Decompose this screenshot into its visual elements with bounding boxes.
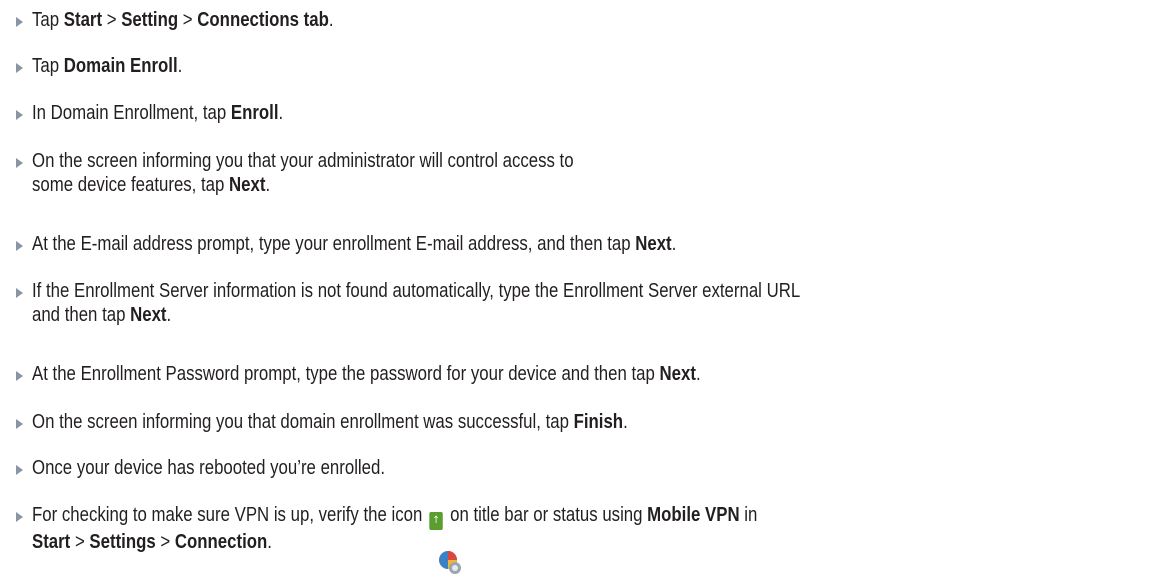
step-text-segment: > [178, 9, 198, 31]
step-text-segment: If the Enrollment Server information is … [32, 280, 801, 302]
bullet-arrow-icon [16, 63, 23, 73]
step-text: Tap Start > Setting > Connections tab. [32, 8, 334, 32]
step-text-segment: > [155, 531, 175, 553]
step-text-segment: Tap [32, 55, 64, 77]
emphasized-term: Next [229, 174, 266, 196]
emphasized-term: Connections tab [197, 9, 329, 31]
bullet-arrow-icon [16, 158, 23, 168]
vpn-status-icon: ↑ [429, 512, 443, 530]
step-text-segment: Tap [32, 9, 64, 31]
bullet-arrow-icon [16, 110, 23, 120]
bullet-arrow-icon [16, 419, 23, 429]
step-text: At the Enrollment Password prompt, type … [32, 362, 701, 386]
step-text: At the E-mail address prompt, type your … [32, 232, 676, 256]
step-text-segment: At the E-mail address prompt, type your … [32, 233, 636, 255]
bullet-arrow-icon [16, 512, 23, 522]
step-text-segment: . [166, 304, 172, 326]
bullet-arrow-icon [16, 371, 23, 381]
step-text-segment: > [70, 531, 90, 553]
step-text: On the screen informing you that domain … [32, 410, 628, 434]
emphasized-term: Mobile VPN [647, 504, 740, 526]
step-text: Once your device has rebooted you’re enr… [32, 456, 385, 480]
step-text-segment: . [695, 363, 701, 385]
bullet-arrow-icon [16, 241, 23, 251]
step-text: Tap Domain Enroll. [32, 54, 182, 78]
step-text-segment: on title bar or status using [445, 504, 648, 526]
step-text-segment: > [102, 9, 122, 31]
step-text-segment: For checking to make sure VPN is up, ver… [32, 504, 427, 526]
step-text-segment: some device features, tap [32, 174, 230, 196]
emphasized-term: Setting [121, 9, 179, 31]
step-text: In Domain Enrollment, tap Enroll. [32, 101, 283, 125]
step-text-segment: . [328, 9, 334, 31]
emphasized-term: Settings [89, 531, 156, 553]
step-text-segment: In Domain Enrollment, tap [32, 102, 231, 124]
bullet-arrow-icon [16, 288, 23, 298]
instruction-document: Tap Start > Setting > Connections tab. Ta… [0, 0, 1151, 585]
step-text: If the Enrollment Server information is … [32, 279, 800, 327]
step-text-segment: . [177, 55, 183, 77]
step-text-segment: On the screen informing you that your ad… [32, 150, 574, 172]
step-text-segment: At the Enrollment Password prompt, type … [32, 363, 660, 385]
emphasized-term: Finish [573, 411, 624, 433]
emphasized-term: Domain Enroll [63, 55, 178, 77]
connections-icon [439, 551, 461, 574]
emphasized-term: Enroll [230, 102, 279, 124]
emphasized-term: Start [63, 9, 103, 31]
step-text-segment: . [265, 174, 271, 196]
step-text-segment: and then tap [32, 304, 131, 326]
step-text-segment: . [623, 411, 628, 433]
bullet-arrow-icon [16, 17, 23, 27]
step-text: On the screen informing you that your ad… [32, 149, 574, 197]
emphasized-term: Next [659, 363, 696, 385]
step-text-segment: On the screen informing you that domain … [32, 411, 574, 433]
bullet-arrow-icon [16, 465, 23, 475]
emphasized-term: Next [130, 304, 167, 326]
step-text-segment: . [278, 102, 284, 124]
step-text-segment: . [267, 531, 272, 553]
emphasized-term: Connection [174, 531, 268, 553]
step-text-segment: . [671, 233, 677, 255]
emphasized-term: Start [32, 531, 71, 553]
step-text: For checking to make sure VPN is up, ver… [32, 503, 757, 554]
emphasized-term: Next [635, 233, 672, 255]
step-text-segment: Once your device has rebooted you’re enr… [32, 457, 386, 479]
step-text-segment: in [739, 504, 758, 526]
